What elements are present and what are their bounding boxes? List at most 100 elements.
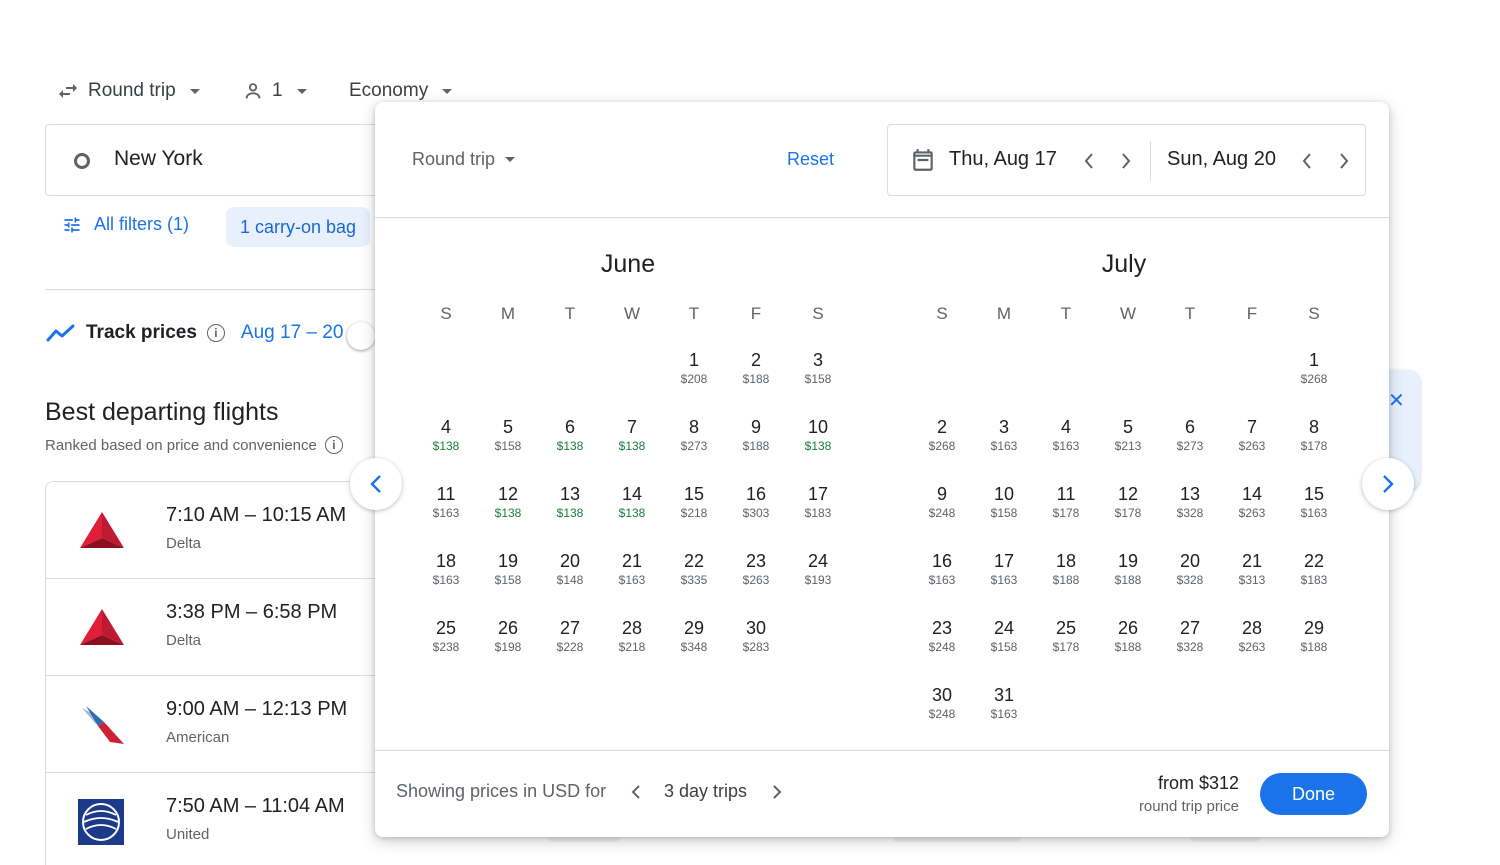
calendar-day[interactable]: 22 $183 [1284, 551, 1344, 587]
origin-field[interactable]: New York [45, 124, 405, 196]
calendar-day[interactable]: 21 $313 [1222, 551, 1282, 587]
calendar-day[interactable]: 18 $188 [1036, 551, 1096, 587]
calendar-day[interactable]: 10 $138 [788, 417, 848, 453]
calendar-day[interactable]: 3 $163 [974, 417, 1034, 453]
calendar-day[interactable]: 30 $283 [726, 618, 786, 654]
calendar-day[interactable]: 17 $163 [974, 551, 1034, 587]
calendar-day[interactable]: 26 $188 [1098, 618, 1158, 654]
calendar-day[interactable]: 27 $328 [1160, 618, 1220, 654]
info-icon[interactable]: i [206, 324, 225, 342]
calendar-day[interactable]: 24 $158 [974, 618, 1034, 654]
calendar-day[interactable]: 12 $178 [1098, 484, 1158, 520]
flight-row[interactable]: 7:50 AM – 11:04 AM United [46, 773, 385, 865]
flight-airline: American [166, 729, 230, 746]
calendar-day[interactable]: 19 $188 [1098, 551, 1158, 587]
calendar-day[interactable]: 11 $178 [1036, 484, 1096, 520]
calendar-day[interactable]: 9 $248 [912, 484, 972, 520]
info-icon[interactable]: i [324, 436, 343, 454]
departure-prev-button[interactable] [1078, 149, 1100, 173]
dialog-divider [375, 750, 1389, 751]
calendar-day[interactable]: 7 $263 [1222, 417, 1282, 453]
calendar-day[interactable]: 12 $138 [478, 484, 538, 520]
trending-icon [46, 323, 76, 343]
calendar-day[interactable]: 31 $163 [974, 685, 1034, 721]
calendar-day[interactable]: 24 $193 [788, 551, 848, 587]
trip-length-prev-button[interactable] [626, 781, 646, 803]
calendar-day[interactable]: 10 $158 [974, 484, 1034, 520]
day-number: 7 [1246, 417, 1257, 437]
dialog-trip-type-select[interactable]: Round trip [412, 149, 516, 170]
calendar-day[interactable]: 23 $263 [726, 551, 786, 587]
calendar-day[interactable]: 8 $273 [664, 417, 724, 453]
calendar-day[interactable]: 1 $208 [664, 350, 724, 386]
calendar-day[interactable]: 1 $268 [1284, 350, 1344, 386]
calendar-day[interactable]: 29 $348 [664, 618, 724, 654]
delta-logo-icon [76, 603, 126, 653]
calendar-day[interactable]: 25 $238 [416, 618, 476, 654]
calendar-day[interactable]: 14 $138 [602, 484, 662, 520]
calendar-day[interactable]: 22 $335 [664, 551, 724, 587]
calendar-day[interactable]: 20 $148 [540, 551, 600, 587]
calendar-day[interactable]: 17 $183 [788, 484, 848, 520]
date-range-field: Thu, Aug 17 Sun, Aug 20 [887, 124, 1366, 196]
calendar-day[interactable]: 28 $263 [1222, 618, 1282, 654]
return-date-input[interactable]: Sun, Aug 20 [1167, 148, 1276, 171]
calendar-day[interactable]: 5 $158 [478, 417, 538, 453]
day-number: 5 [502, 417, 513, 437]
calendar-day[interactable]: 15 $218 [664, 484, 724, 520]
return-next-button[interactable] [1333, 149, 1355, 173]
all-filters-button[interactable]: All filters (1) [62, 214, 189, 235]
calendar-day[interactable]: 8 $178 [1284, 417, 1344, 453]
passengers-select[interactable]: 1 [242, 78, 307, 104]
calendar-day[interactable]: 2 $268 [912, 417, 972, 453]
track-prices-toggle[interactable] [347, 322, 375, 350]
swap-arrows-icon [56, 79, 80, 103]
cabin-class-select[interactable]: Economy [349, 78, 453, 104]
departure-next-button[interactable] [1115, 149, 1137, 173]
previous-month-button[interactable] [350, 458, 402, 510]
departure-date-input[interactable]: Thu, Aug 17 [949, 148, 1057, 171]
day-price: $158 [494, 573, 522, 587]
calendar-day[interactable]: 13 $328 [1160, 484, 1220, 520]
weekday-header: T [1184, 304, 1196, 323]
calendar-day[interactable]: 4 $138 [416, 417, 476, 453]
calendar-day[interactable]: 6 $273 [1160, 417, 1220, 453]
calendar-day[interactable]: 26 $198 [478, 618, 538, 654]
calendar-day[interactable]: 25 $178 [1036, 618, 1096, 654]
calendar-day[interactable]: 14 $263 [1222, 484, 1282, 520]
calendar-day[interactable]: 3 $158 [788, 350, 848, 386]
calendar-day[interactable]: 13 $138 [540, 484, 600, 520]
trip-length-next-button[interactable] [767, 781, 787, 803]
calendar-day[interactable]: 7 $138 [602, 417, 662, 453]
calendar-day[interactable]: 6 $138 [540, 417, 600, 453]
close-icon[interactable]: ✕ [1388, 388, 1405, 413]
calendar-day[interactable]: 20 $328 [1160, 551, 1220, 587]
calendar-day[interactable]: 29 $188 [1284, 618, 1344, 654]
calendar-day[interactable]: 21 $163 [602, 551, 662, 587]
calendar-day[interactable]: 19 $158 [478, 551, 538, 587]
trip-type-select[interactable]: Round trip [56, 78, 200, 104]
calendar-day[interactable]: 18 $163 [416, 551, 476, 587]
calendar-day[interactable]: 4 $163 [1036, 417, 1096, 453]
calendar-day[interactable]: 23 $248 [912, 618, 972, 654]
calendar-day[interactable]: 16 $163 [912, 551, 972, 587]
flight-row[interactable]: 7:10 AM – 10:15 AM Delta [46, 482, 385, 579]
calendar-day[interactable]: 28 $218 [602, 618, 662, 654]
next-month-button[interactable] [1362, 458, 1414, 510]
done-button[interactable]: Done [1260, 773, 1367, 815]
calendar-day[interactable]: 9 $188 [726, 417, 786, 453]
carry-on-bag-chip[interactable]: 1 carry-on bag [226, 207, 371, 247]
calendar-day[interactable]: 15 $163 [1284, 484, 1344, 520]
calendar-day[interactable]: 16 $303 [726, 484, 786, 520]
reset-button[interactable]: Reset [787, 149, 834, 170]
flight-row[interactable]: 3:38 PM – 6:58 PM Delta [46, 579, 385, 676]
calendar-day[interactable]: 11 $163 [416, 484, 476, 520]
calendar-day[interactable]: 27 $228 [540, 618, 600, 654]
flight-row[interactable]: 9:00 AM – 12:13 PM American [46, 676, 385, 773]
calendar-day[interactable]: 30 $248 [912, 685, 972, 721]
weekday-header: M [996, 304, 1012, 323]
flight-times: 9:00 AM – 12:13 PM [166, 698, 348, 720]
calendar-day[interactable]: 5 $213 [1098, 417, 1158, 453]
return-prev-button[interactable] [1296, 149, 1318, 173]
calendar-day[interactable]: 2 $188 [726, 350, 786, 386]
